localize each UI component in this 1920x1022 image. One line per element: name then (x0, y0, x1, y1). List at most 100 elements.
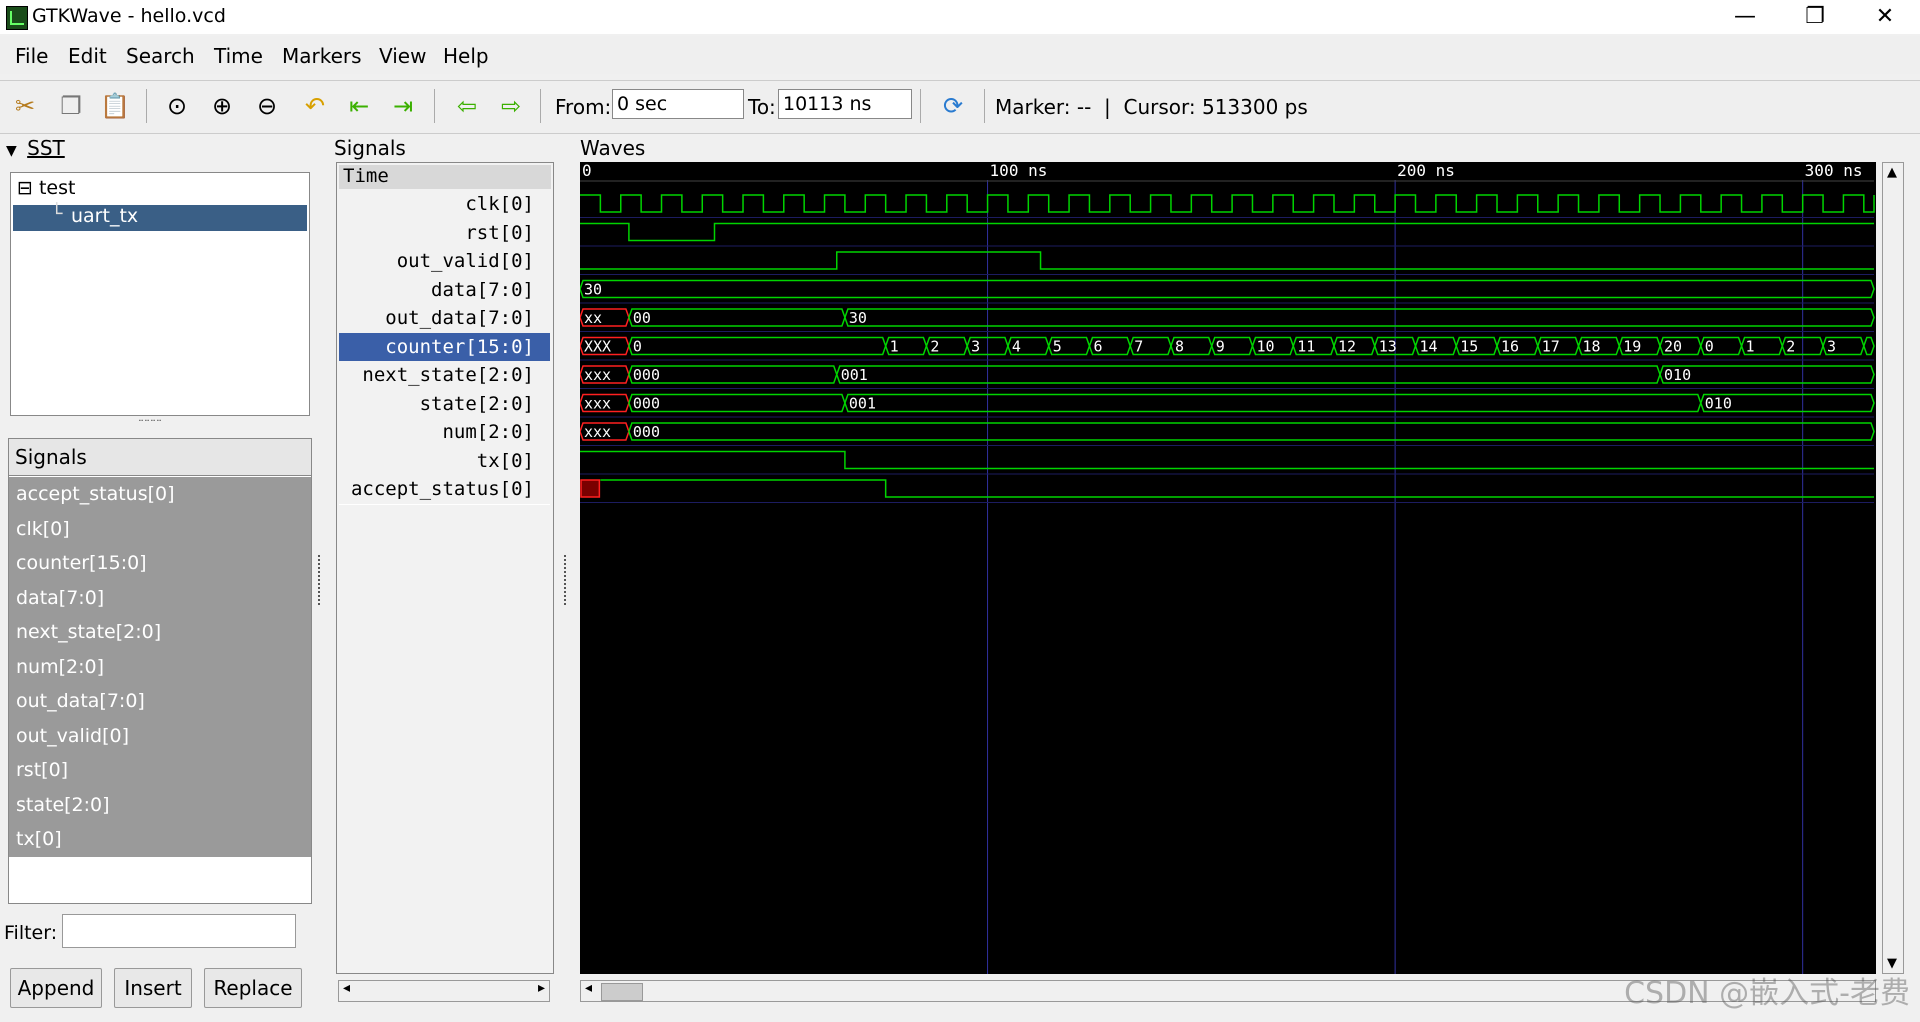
zoom-out-icon[interactable]: ⊖ (250, 89, 284, 123)
minimize-button[interactable]: — (1710, 0, 1780, 34)
zoom-in-icon[interactable]: ⊕ (205, 89, 239, 123)
signal-row[interactable]: clk[0] (339, 190, 550, 220)
collapse-triangle-icon[interactable]: ▼ (6, 143, 17, 159)
bus-segment (579, 279, 1875, 299)
signal-list-item[interactable]: counter[15:0] (9, 546, 311, 581)
bus-segment (835, 365, 1661, 384)
signal-row-label: accept_status[0] (350, 478, 534, 500)
tree-item-uart-tx[interactable]: └ uart_tx (13, 203, 307, 231)
sst-header[interactable]: ▼ SST (6, 136, 65, 160)
sst-signal-list: Signals accept_status[0] clk[0] counter[… (8, 438, 312, 904)
paste-icon[interactable]: 📋 (98, 89, 132, 123)
bus-value-label: 1 (1746, 338, 1755, 356)
pane-resize-handle[interactable] (564, 555, 570, 605)
bit-waveform (580, 251, 1874, 270)
clk-waveform (580, 194, 1875, 213)
bus-value-label: 20 (1664, 338, 1682, 356)
tree-item-test[interactable]: ⊟ test (17, 177, 75, 199)
bus-value-label: 8 (1175, 338, 1184, 356)
signal-row[interactable]: counter[15:0] (339, 332, 550, 362)
signal-row-label: out_data[7:0] (385, 307, 534, 329)
bus-value-label: xxx (584, 395, 611, 413)
bus-value-label: 12 (1338, 338, 1356, 356)
signal-list-item[interactable]: state[2:0] (9, 788, 311, 823)
bus-segment (628, 422, 1875, 441)
signal-row[interactable]: num[2:0] (339, 418, 550, 448)
signal-row[interactable]: next_state[2:0] (339, 361, 550, 391)
signal-list-item[interactable]: accept_status[0] (9, 477, 311, 512)
signal-row-label: data[7:0] (431, 278, 534, 301)
signal-list-item[interactable]: num[2:0] (9, 650, 311, 685)
signal-list-item[interactable]: rst[0] (9, 753, 311, 788)
signal-list-item[interactable]: out_valid[0] (9, 719, 311, 754)
replace-button[interactable]: Replace (204, 968, 302, 1008)
filter-label: Filter: (4, 922, 58, 944)
signals-list-header[interactable]: Signals (9, 439, 311, 476)
signal-row[interactable]: rst[0] (339, 218, 550, 248)
zoom-start-icon[interactable]: ⇤ (342, 89, 376, 123)
pane-grip[interactable]: ¨¨¨¨ (138, 418, 162, 432)
menu-time[interactable]: Time (214, 44, 263, 68)
signals-list-body: accept_status[0] clk[0] counter[15:0] da… (9, 477, 311, 857)
cut-icon[interactable]: ✂ (8, 89, 42, 123)
insert-button[interactable]: Insert (114, 968, 192, 1008)
menu-search[interactable]: Search (126, 44, 195, 68)
signal-list-item[interactable]: clk[0] (9, 512, 311, 547)
signal-row-label: rst[0] (465, 221, 534, 244)
waves-vscrollbar[interactable]: ▲ ▼ (1882, 162, 1904, 974)
hscroll-thumb[interactable] (601, 983, 643, 1001)
bus-value-label: 17 (1542, 338, 1560, 356)
waveform-area[interactable]: 0 100 ns 200 ns 300 ns 30 xx 00 30 XXX 0 1 2 3 4 5 6 7 8 9… (579, 161, 1876, 974)
signal-list-item[interactable]: next_state[2:0] (9, 615, 311, 650)
toolbar-separator (920, 89, 921, 123)
bus-value-label: 0 (1705, 338, 1714, 356)
signal-row[interactable]: out_data[7:0] (339, 304, 550, 334)
undo-zoom-icon[interactable]: ↶ (298, 89, 332, 123)
bus-value-label: 10 (1256, 338, 1274, 356)
bus-segment (628, 336, 887, 356)
copy-icon[interactable]: ❐ (54, 89, 88, 123)
bus-value-label: 9 (1216, 338, 1225, 356)
to-time-input[interactable] (778, 89, 912, 119)
signal-row[interactable]: tx[0] (339, 446, 550, 476)
scroll-right-icon[interactable]: ▸ (538, 980, 545, 996)
find-prev-edge-icon[interactable]: ⇦ (450, 89, 484, 123)
scroll-left-icon[interactable]: ◂ (585, 980, 592, 996)
signals-pane-title: Signals (334, 136, 406, 160)
pane-resize-handle[interactable] (318, 555, 324, 605)
from-time-input[interactable] (612, 89, 744, 119)
toolbar-separator (984, 89, 985, 123)
signals-hscrollbar[interactable]: ◂ ▸ (338, 980, 550, 1002)
tree-branch-line: └ (51, 203, 63, 225)
scroll-left-icon[interactable]: ◂ (343, 980, 350, 996)
tree-expander-icon[interactable]: ⊟ (17, 177, 33, 199)
bus-value-label: 001 (841, 366, 868, 384)
waveform-canvas[interactable]: 0 100 ns 200 ns 300 ns30xx 00 30XXX 0 1 2 3 4 5 6 7 8 9… (579, 161, 1876, 974)
bus-segment (628, 393, 846, 413)
filter-input[interactable] (62, 914, 296, 948)
menu-edit[interactable]: Edit (68, 44, 107, 68)
signal-row[interactable]: out_valid[0] (339, 247, 550, 277)
reload-icon[interactable]: ⟳ (936, 89, 970, 123)
zoom-end-icon[interactable]: ⇥ (386, 89, 420, 123)
close-button[interactable]: ✕ (1850, 0, 1920, 34)
find-next-edge-icon[interactable]: ⇨ (494, 89, 528, 123)
menu-markers[interactable]: Markers (282, 44, 362, 68)
signal-list-item[interactable]: tx[0] (9, 822, 311, 857)
menu-file[interactable]: File (15, 44, 48, 68)
menu-help[interactable]: Help (443, 44, 489, 68)
bus-segment (1659, 365, 1875, 384)
signal-row[interactable]: accept_status[0] (339, 475, 550, 505)
menu-view[interactable]: View (379, 44, 426, 68)
signal-row[interactable]: state[2:0] (339, 389, 550, 419)
bus-value-label: 010 (1664, 366, 1691, 384)
zoom-fit-icon[interactable]: ⊙ (160, 89, 194, 123)
toolbar-separator (146, 89, 147, 123)
signal-row-label: num[2:0] (442, 421, 534, 443)
signal-row[interactable]: data[7:0] (339, 275, 550, 305)
maximize-button[interactable]: ❐ (1780, 0, 1850, 34)
signal-list-item[interactable]: out_data[7:0] (9, 684, 311, 719)
signal-list-item[interactable]: data[7:0] (9, 581, 311, 616)
scroll-up-icon[interactable]: ▲ (1887, 165, 1897, 180)
append-button[interactable]: Append (10, 968, 102, 1008)
